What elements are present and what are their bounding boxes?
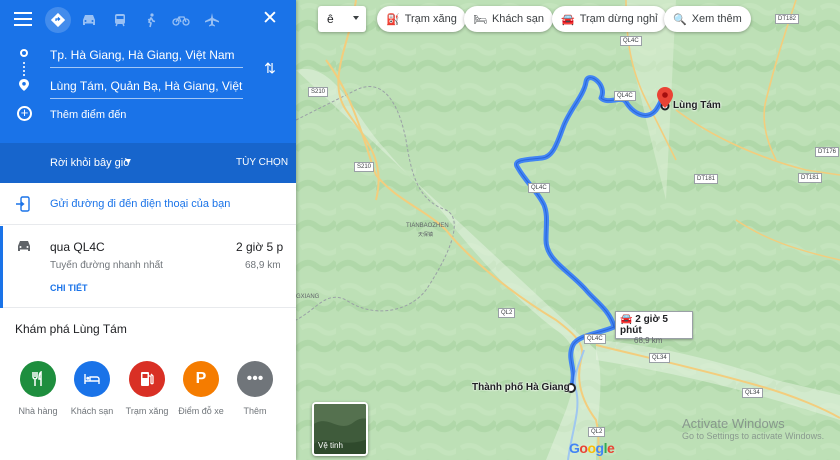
layer-icon[interactable]: ê [327, 12, 334, 26]
category-label: Trạm xăng [125, 406, 169, 416]
hotel-icon [84, 374, 100, 384]
place-tianbaozhen: TIANBAOZHEN [406, 223, 449, 229]
chip-more[interactable]: 🔍 Xem thêm [664, 6, 751, 32]
chip-rest-stops[interactable]: 🚘 Trạm dừng nghỉ [552, 6, 667, 32]
road-tag: S210 [354, 162, 375, 172]
road-tag: QL4C [584, 334, 606, 344]
search-icon: 🔍 [673, 13, 687, 26]
satellite-toggle[interactable]: Vệ tinh [312, 402, 368, 456]
car-icon [16, 240, 32, 252]
watermark-subtitle: Go to Settings to activate Windows. [682, 431, 825, 441]
chip-label: Trạm dừng nghỉ [579, 13, 658, 25]
category-label: Nhà hàng [18, 406, 58, 416]
place-tianbaozhen-cn: 天保镇 [418, 232, 434, 238]
destination-input[interactable]: Lùng Tám, Quản Bạ, Hà Giang, Việt Nam [50, 77, 243, 99]
car-mode-icon[interactable] [77, 9, 101, 31]
google-logo: Google [569, 440, 615, 456]
swap-icon[interactable]: ⇅ [262, 60, 278, 76]
restaurant-icon [32, 371, 42, 386]
destination-pin-icon [19, 79, 29, 91]
directions-mode-best-icon[interactable] [45, 7, 71, 33]
category-label: Khách sạn [70, 406, 114, 416]
road-tag: QL2 [588, 427, 606, 437]
more-button[interactable]: ••• [237, 361, 273, 397]
road-tag: DT176 [815, 147, 840, 157]
menu-icon[interactable] [14, 12, 32, 26]
road-tag: QL34 [649, 353, 670, 363]
transit-mode-icon[interactable] [108, 9, 132, 31]
place-gxiang: GXIANG [296, 294, 320, 300]
gas-station-icon: ⛽ [386, 13, 400, 26]
car-icon: 🚘 [620, 314, 633, 325]
info-distance: 68,9 km [634, 336, 663, 345]
map-toolbar: ê [318, 6, 366, 32]
flight-mode-icon[interactable] [200, 9, 224, 31]
caret-down-icon[interactable] [125, 159, 131, 163]
road-tag: QL2 [498, 308, 516, 318]
chip-label: Trạm xăng [404, 13, 457, 25]
chip-hotels[interactable]: 🛏 Khách sạn [464, 6, 553, 32]
add-destination-label[interactable]: Thêm điểm đến [50, 109, 126, 121]
road-tag: QL34 [742, 388, 763, 398]
depart-time-select[interactable]: Rời khỏi bây giờ [50, 157, 130, 169]
route-via: qua QL4C [50, 240, 105, 254]
chip-gas-stations[interactable]: ⛽ Trạm xăng [377, 6, 466, 32]
road-tag: S210 [308, 87, 329, 97]
route-subtitle: Tuyến đường nhanh nhất [50, 260, 163, 271]
route-dots [23, 62, 25, 76]
chip-label: Khách sạn [491, 13, 544, 25]
add-destination-icon[interactable]: + [17, 106, 32, 121]
route-info-box[interactable]: 🚘 2 giờ 5 phút 68,9 km [615, 311, 693, 345]
more-icon: ••• [246, 370, 264, 387]
parking-button[interactable]: P [183, 361, 219, 397]
options-button[interactable]: TÙY CHỌN [236, 157, 288, 168]
watermark-title: Activate Windows [682, 416, 785, 431]
category-label: Thêm [243, 406, 267, 416]
route-duration: 2 giờ 5 p [236, 240, 284, 254]
gas-station-icon [141, 372, 154, 386]
satellite-label: Vệ tinh [318, 441, 343, 450]
hotel-icon: 🛏 [473, 13, 487, 26]
caret-down-icon[interactable] [353, 16, 359, 20]
parking-icon: P [195, 370, 207, 387]
category-label: Điểm đỗ xe [178, 406, 224, 416]
walking-mode-icon[interactable] [139, 9, 163, 31]
send-to-phone-link[interactable]: Gửi đường đi đến điện thoại của bạn [50, 198, 230, 210]
hotel-button[interactable] [74, 361, 110, 397]
destination-label[interactable]: Lùng Tám [673, 100, 721, 111]
bicycle-mode-icon[interactable] [169, 9, 193, 31]
origin-input[interactable]: Tp. Hà Giang, Hà Giang, Việt Nam [50, 46, 243, 68]
gas-station-button[interactable] [129, 361, 165, 397]
details-button[interactable]: CHI TIẾT [50, 283, 88, 293]
restaurant-button[interactable] [20, 361, 56, 397]
send-to-phone-icon[interactable] [16, 196, 30, 212]
car-icon: 🚘 [561, 13, 575, 26]
origin-dot-icon [20, 49, 28, 57]
road-tag: QL4C [620, 36, 642, 46]
map-canvas[interactable]: ê ⛽ Trạm xăng 🛏 Khách sạn 🚘 Trạm dừng nghỉ … [296, 0, 840, 460]
road-tag: QL4C [614, 91, 636, 101]
road-tag: DT181 [694, 174, 719, 184]
route-distance: 68,9 km [245, 260, 281, 271]
chip-label: Xem thêm [691, 13, 742, 25]
origin-label[interactable]: Thành phố Hà Giang [472, 382, 570, 393]
close-icon[interactable]: ✕ [262, 9, 278, 28]
windows-watermark: Activate Windows Go to Settings to activ… [682, 416, 824, 441]
road-tag: DT181 [798, 173, 823, 183]
explore-title: Khám phá Lùng Tám [15, 322, 127, 336]
road-tag: DT182 [775, 14, 800, 24]
directions-panel: ✕ Tp. Hà Giang, Hà Giang, Việt Nam Lùng … [0, 0, 296, 460]
road-tag: QL4C [528, 183, 550, 193]
